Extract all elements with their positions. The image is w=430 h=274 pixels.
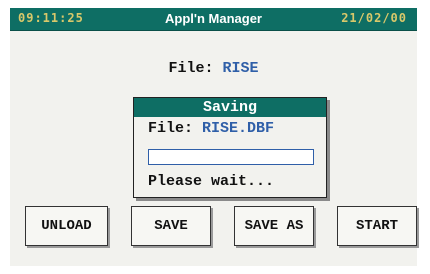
- dialog-file-name: RISE.DBF: [202, 120, 275, 137]
- clock-date: 21/02/00: [341, 11, 407, 25]
- save-button[interactable]: SAVE: [131, 206, 211, 246]
- saving-dialog: Saving File: RISE.DBF Please wait...: [133, 97, 327, 198]
- dialog-title: Saving: [134, 98, 326, 117]
- file-label: File:: [168, 60, 214, 77]
- current-file: File: RISE: [10, 60, 417, 77]
- dialog-file-label: File:: [148, 120, 194, 137]
- file-name: RISE: [222, 60, 259, 77]
- start-button[interactable]: START: [337, 206, 417, 246]
- dialog-file: File: RISE.DBF: [148, 120, 274, 137]
- dialog-message: Please wait...: [148, 173, 275, 190]
- app-screen: 09:11:25 Appl'n Manager 21/02/00 File: R…: [10, 8, 417, 266]
- title-bar: 09:11:25 Appl'n Manager 21/02/00: [10, 8, 417, 31]
- save-as-button[interactable]: SAVE AS: [234, 206, 314, 246]
- unload-button[interactable]: UNLOAD: [25, 206, 108, 246]
- save-progress-bar: [148, 149, 314, 165]
